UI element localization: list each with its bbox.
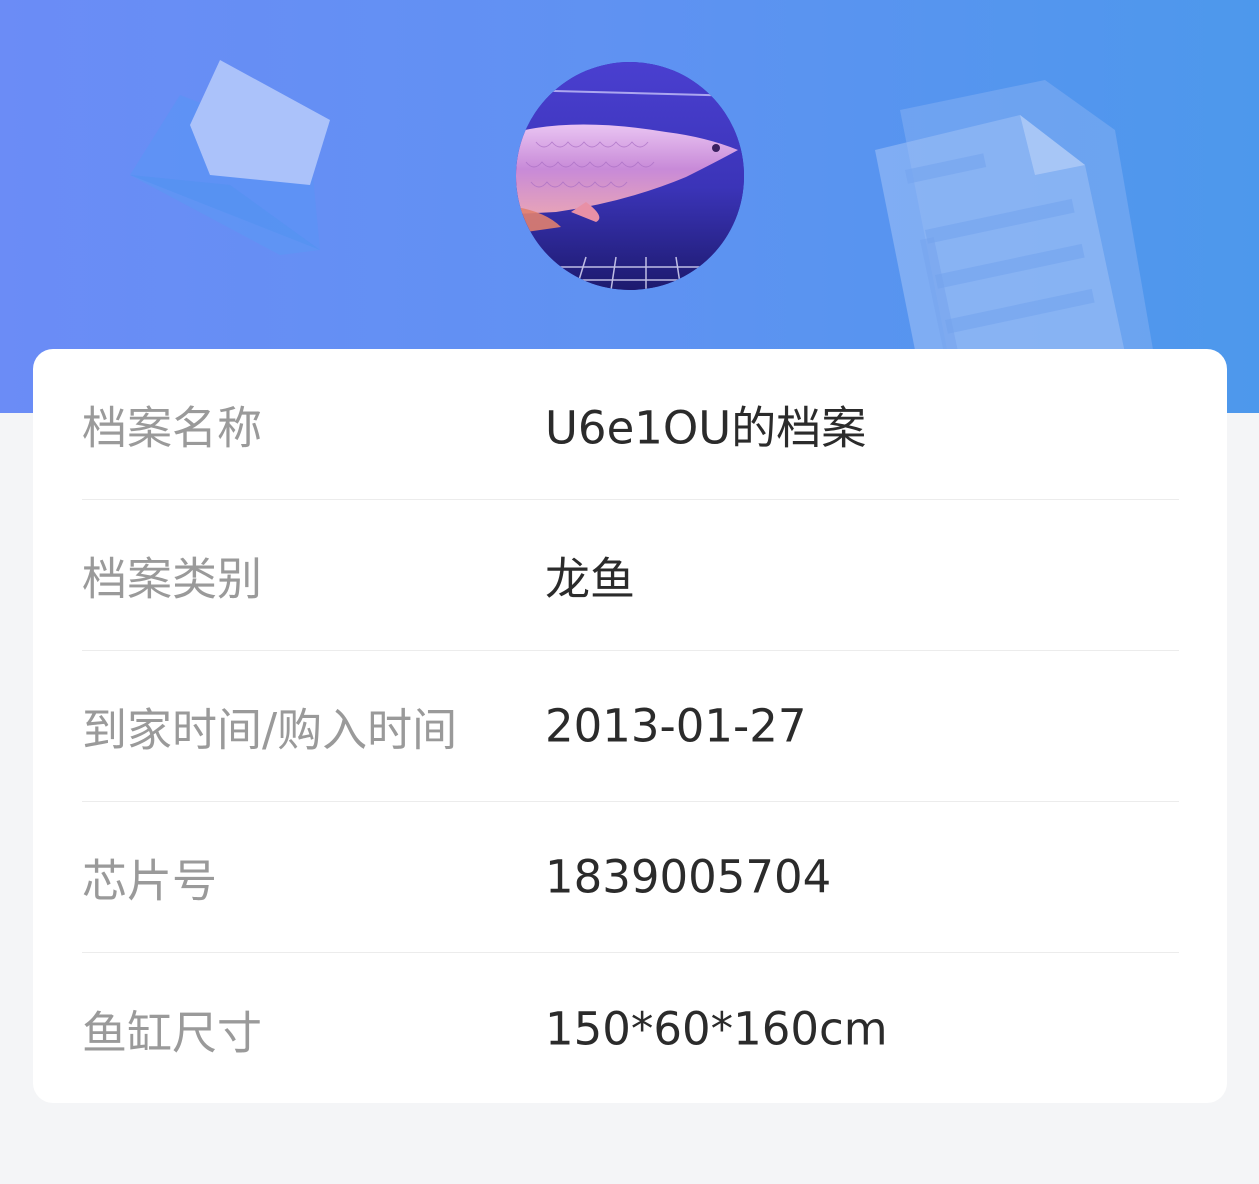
profile-row-name: 档案名称 U6e1OU的档案 (82, 349, 1179, 500)
row-label: 到家时间/购入时间 (82, 703, 458, 757)
row-value: U6e1OU的档案 (545, 401, 867, 455)
row-label: 鱼缸尺寸 (82, 1006, 263, 1059)
row-label: 档案名称 (82, 401, 263, 455)
row-value: 2013-01-27 (545, 699, 807, 753)
envelope-icon (130, 60, 330, 255)
profile-row-category: 档案类别 龙鱼 (82, 500, 1179, 651)
profile-row-tank-size: 鱼缸尺寸 150*60*160cm (82, 953, 1179, 1104)
arowana-fish-photo (516, 62, 744, 290)
document-icon (875, 80, 1160, 390)
row-value: 150*60*160cm (545, 1002, 888, 1055)
row-label: 芯片号 (82, 854, 218, 908)
row-value: 1839005704 (545, 850, 832, 904)
row-value: 龙鱼 (545, 552, 636, 606)
profile-row-chip-number: 芯片号 1839005704 (82, 802, 1179, 953)
profile-row-arrival-date: 到家时间/购入时间 2013-01-27 (82, 651, 1179, 802)
fish-avatar[interactable] (516, 62, 744, 290)
row-label: 档案类别 (82, 552, 263, 606)
profile-card: 档案名称 U6e1OU的档案 档案类别 龙鱼 到家时间/购入时间 2013-01… (33, 349, 1227, 1103)
